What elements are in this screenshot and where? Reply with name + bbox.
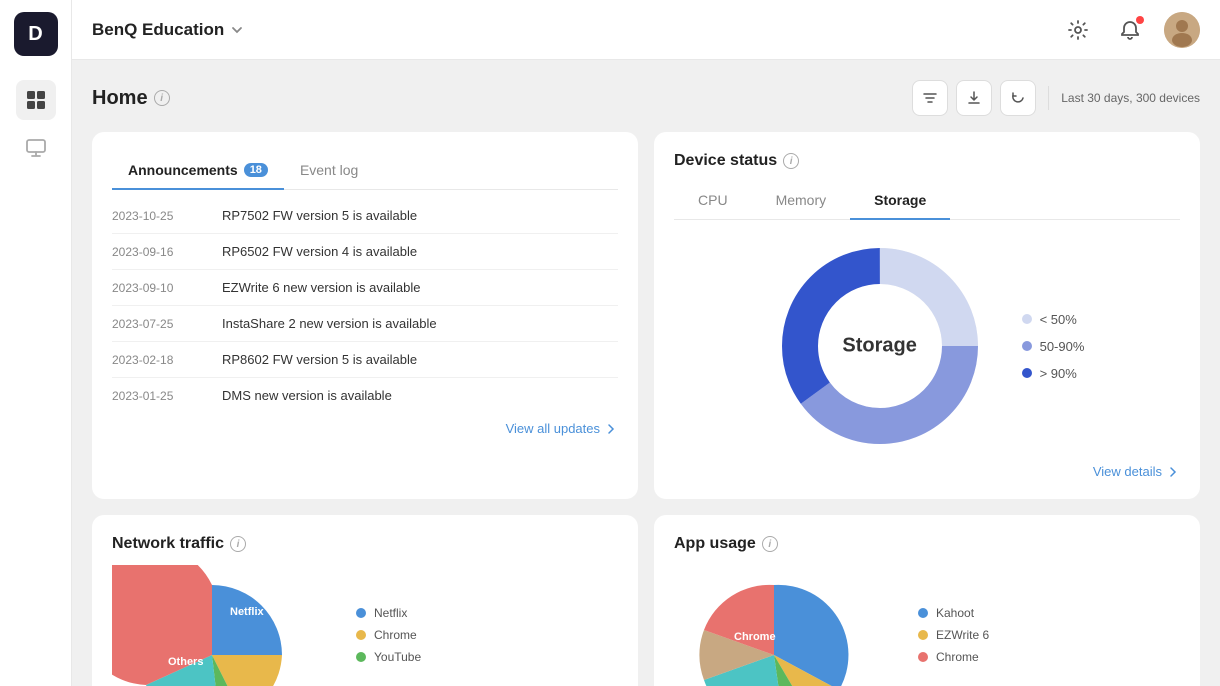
app-usage-legend: Kahoot EZWrite 6 Chrome [918,606,989,664]
refresh-button[interactable] [1000,80,1036,116]
table-row: 2023-10-25 RP7502 FW version 5 is availa… [112,198,618,234]
announcement-list: 2023-10-25 RP7502 FW version 5 is availa… [112,198,618,413]
app-usage-card: App usage i Chrome [654,515,1200,686]
network-info-icon[interactable]: i [230,536,246,552]
table-row: 2023-01-25 DMS new version is available [112,378,618,413]
legend-dot-chrome [356,630,366,640]
app-usage-info-icon[interactable]: i [762,536,778,552]
legend-dot-ezwrite [918,630,928,640]
view-all-button[interactable]: View all updates [112,413,618,436]
legend-item: Netflix [356,606,421,620]
home-info-icon[interactable]: i [154,90,170,106]
device-status-header: Device status i [674,152,1180,170]
main-grid: Announcements 18 Event log 2023-10-25 RP… [92,132,1200,686]
page-header: Home i [92,80,1200,116]
donut-center-label: Storage [842,335,916,358]
network-pie-row: Others Netflix Netflix Chrome [112,565,618,686]
table-row: 2023-09-10 EZWrite 6 new version is avai… [112,270,618,306]
donut-container: Storage < 50% 50-90% > 90% [674,236,1180,456]
legend-item: Kahoot [918,606,989,620]
announcements-badge: 18 [244,163,268,177]
legend-item: Chrome [918,650,989,664]
tab-cpu[interactable]: CPU [674,182,752,220]
storage-donut: Storage [770,236,990,456]
tab-storage[interactable]: Storage [850,182,950,220]
network-legend: Netflix Chrome YouTube [356,606,421,664]
legend-item: 50-90% [1022,339,1085,354]
sidebar-item-monitor[interactable] [16,128,56,168]
download-button[interactable] [956,80,992,116]
settings-button[interactable] [1060,12,1096,48]
device-tabs: CPU Memory Storage [674,182,1180,220]
tab-announcements[interactable]: Announcements 18 [112,152,284,190]
logo: D [14,12,58,56]
device-status-info-icon[interactable]: i [783,153,799,169]
legend-item: Chrome [356,628,421,642]
legend-dot-kahoot [918,608,928,618]
legend-dot-low [1022,314,1032,324]
notification-badge [1136,16,1144,24]
announcements-card: Announcements 18 Event log 2023-10-25 RP… [92,132,638,499]
svg-text:Others: Others [168,656,203,668]
content-area: Home i [72,60,1220,686]
table-row: 2023-09-16 RP6502 FW version 4 is availa… [112,234,618,270]
filter-label: Last 30 days, 300 devices [1061,91,1200,105]
network-traffic-title: Network traffic i [112,535,618,553]
legend-dot-high [1022,368,1032,378]
device-status-card: Device status i CPU Memory Storage [654,132,1200,499]
header-actions: Last 30 days, 300 devices [912,80,1200,116]
legend-dot-chrome-app [918,652,928,662]
page-title: Home i [92,87,170,110]
app-usage-pie-chart: Chrome [674,565,894,686]
legend-item: YouTube [356,650,421,664]
legend-dot-youtube [356,652,366,662]
org-name: BenQ Education [92,20,244,40]
app-usage-title: App usage i [674,535,1180,553]
network-pie-chart: Others Netflix [112,565,332,686]
table-row: 2023-02-18 RP8602 FW version 5 is availa… [112,342,618,378]
svg-text:Chrome: Chrome [734,631,776,643]
storage-legend: < 50% 50-90% > 90% [1022,312,1085,381]
avatar[interactable] [1164,12,1200,48]
sidebar-item-grid[interactable] [16,80,56,120]
network-traffic-card: Network traffic i [92,515,638,686]
app-usage-pie-row: Chrome Kahoot EZWrite 6 [674,565,1180,686]
legend-dot-mid [1022,341,1032,351]
divider [1048,86,1049,110]
sidebar: D [0,0,72,686]
filter-button[interactable] [912,80,948,116]
notifications-button[interactable] [1112,12,1148,48]
legend-item: < 50% [1022,312,1085,327]
device-status-title: Device status [674,152,777,170]
topbar: BenQ Education [72,0,1220,60]
tab-event-log[interactable]: Event log [284,152,374,190]
legend-item: EZWrite 6 [918,628,989,642]
view-details-button[interactable]: View details [674,456,1180,479]
main-area: BenQ Education [72,0,1220,686]
legend-dot-netflix [356,608,366,618]
card-tabs: Announcements 18 Event log [112,152,618,190]
tab-memory[interactable]: Memory [752,182,851,220]
legend-item: > 90% [1022,366,1085,381]
topbar-icons [1060,12,1200,48]
svg-text:Netflix: Netflix [230,606,265,618]
table-row: 2023-07-25 InstaShare 2 new version is a… [112,306,618,342]
